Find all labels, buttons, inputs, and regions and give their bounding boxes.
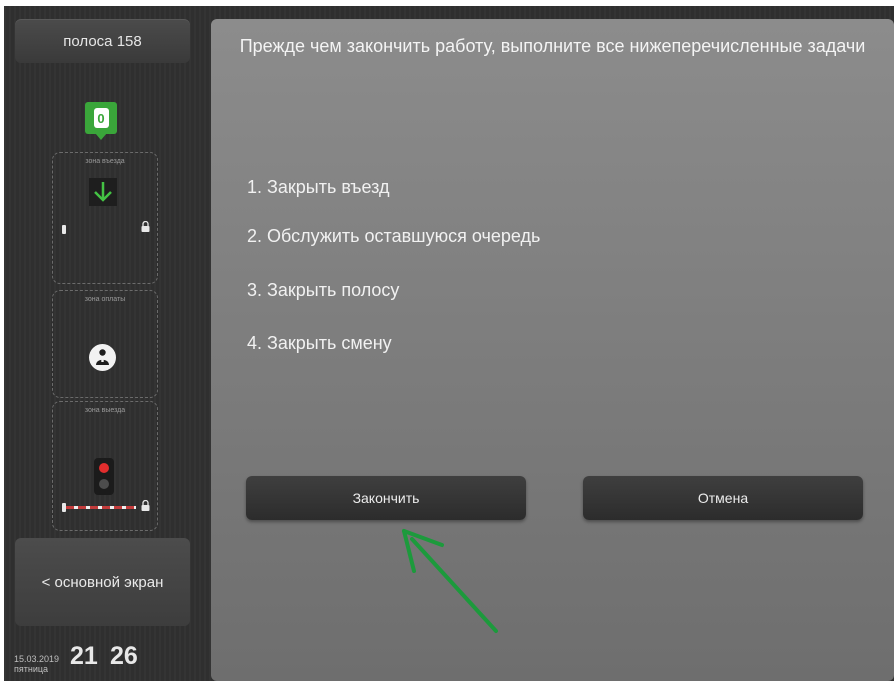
queue-counter-badge: 0	[85, 102, 117, 140]
payment-zone[interactable]: зона оплаты	[52, 290, 158, 398]
task-item: 4. Закрыть смену	[247, 333, 392, 353]
date-text: 15.03.2019	[14, 654, 60, 664]
task-item: 2. Обслужить оставшуюся очередь	[247, 226, 541, 246]
barrier-icon	[66, 506, 136, 509]
down-arrow-icon	[89, 178, 117, 206]
finish-work-dialog: Прежде чем закончить работу, выполните в…	[211, 19, 894, 681]
inactive-signal	[99, 479, 109, 489]
traffic-light-icon	[94, 458, 114, 495]
lane-button[interactable]: полоса 158	[15, 19, 190, 63]
queue-count: 0	[93, 108, 109, 128]
entry-zone[interactable]: зона въезда	[52, 152, 158, 284]
driver-icon	[89, 344, 116, 371]
exit-zone[interactable]: зона выезда	[52, 401, 158, 531]
exit-zone-label: зона выезда	[84, 407, 126, 414]
barrier-icon	[62, 225, 66, 234]
lock-icon	[141, 500, 150, 511]
annotation-arrow	[402, 529, 498, 633]
finish-button[interactable]: Закончить	[246, 476, 526, 520]
task-item: 3. Закрыть полосу	[247, 280, 400, 300]
date-display: 15.03.2019 пятница	[14, 654, 59, 674]
task-item: 1. Закрыть въезд	[247, 177, 390, 197]
app-window: полоса 158 0 зона въезда зона оплаты зон…	[4, 6, 894, 681]
cancel-button[interactable]: Отмена	[583, 476, 863, 520]
clock-minutes: 26	[110, 642, 138, 670]
main-screen-button[interactable]: < основной экран	[15, 538, 190, 626]
clock-hours: 21	[70, 642, 98, 670]
entry-zone-label: зона въезда	[85, 158, 125, 165]
lock-icon	[141, 221, 150, 232]
badge-pointer	[95, 133, 107, 140]
weekday-text: пятница	[14, 664, 49, 674]
red-signal	[99, 463, 109, 473]
dialog-title: Прежде чем закончить работу, выполните в…	[239, 36, 866, 56]
payment-zone-label: зона оплаты	[84, 296, 126, 303]
